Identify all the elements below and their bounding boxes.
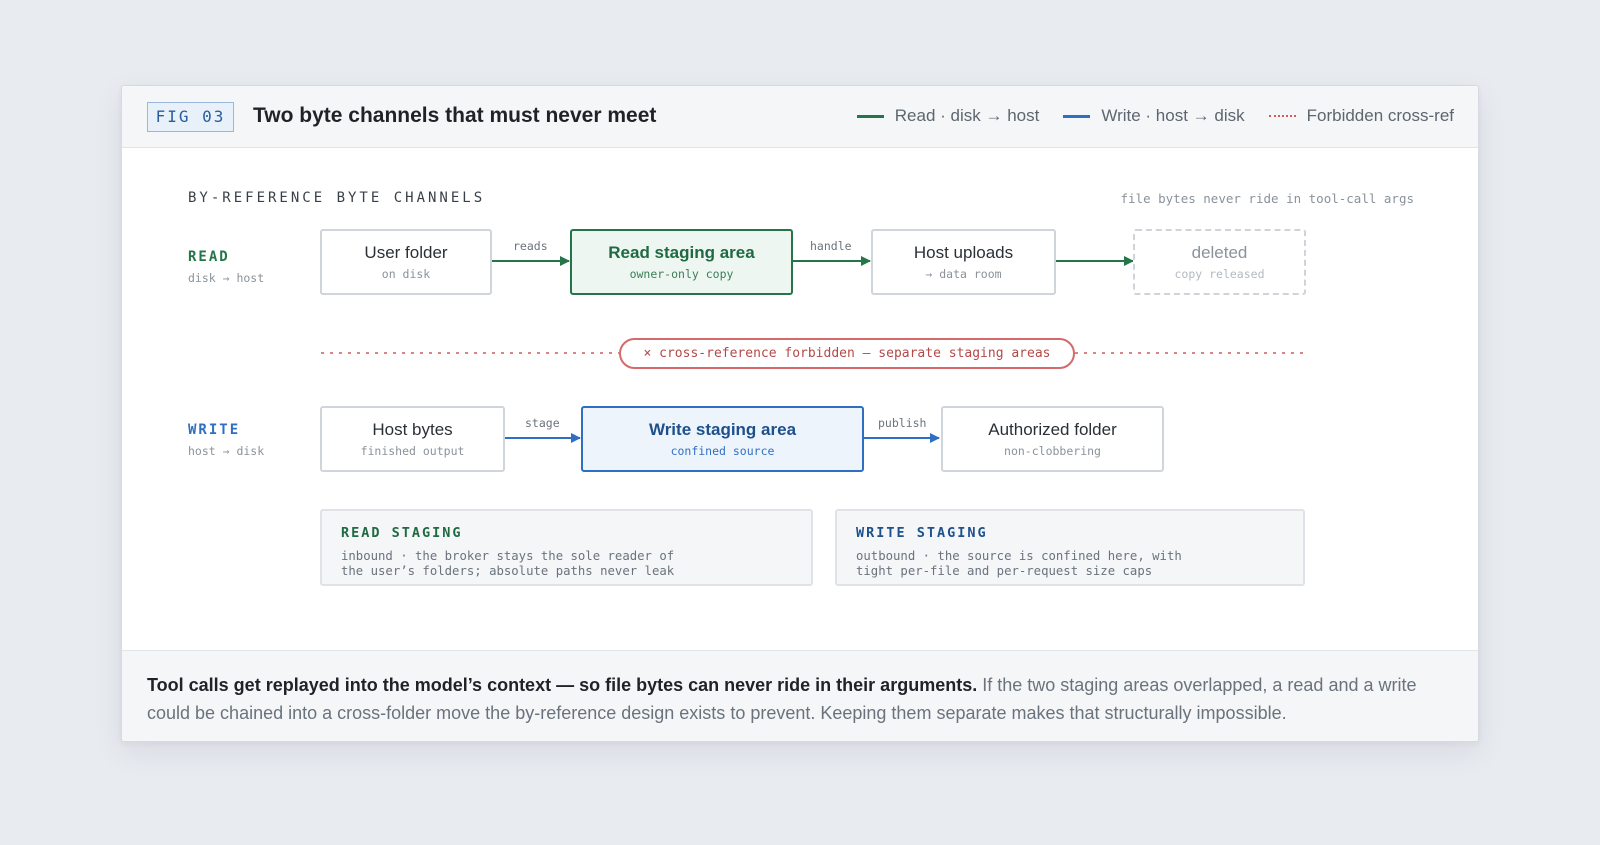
caption-lead: Tool calls get replayed into the model’s… [147,675,978,695]
write-staging-info-body: outbound · the source is confined here, … [856,549,1182,578]
node-user-folder-title: User folder [364,243,448,262]
read-staging-info-heading: READ STAGING [341,525,463,541]
write-staging-info: WRITE STAGING outbound · the source is c… [835,509,1305,586]
node-host-bytes: Host bytes finished output [320,406,505,472]
node-write-staging: Write staging area confined source [581,406,864,472]
write-edge-label-stage: stage [525,416,560,430]
write-staging-info-heading: WRITE STAGING [856,525,988,541]
node-authorized-folder-sub: non-clobbering [1004,444,1101,458]
node-authorized-folder-title: Authorized folder [988,420,1117,439]
node-read-staging-title: Read staging area [608,243,755,262]
write-edge-label-publish: publish [878,416,927,430]
read-edge-label-handle: handle [810,239,852,253]
node-authorized-folder: Authorized folder non-clobbering [941,406,1164,472]
read-staging-info: READ STAGING inbound · the broker stays … [320,509,813,586]
read-staging-info-body: inbound · the broker stays the sole read… [341,549,675,578]
node-host-uploads: Host uploads → data room [871,229,1056,295]
node-host-bytes-title: Host bytes [372,420,453,439]
node-deleted: deleted copy released [1133,229,1306,295]
node-write-staging-sub: confined source [670,444,775,458]
node-deleted-title: deleted [1191,243,1248,262]
node-host-uploads-title: Host uploads [913,243,1014,262]
node-read-staging-sub: owner-only copy [629,267,734,281]
node-write-staging-title: Write staging area [648,420,797,439]
node-deleted-sub: copy released [1174,267,1265,281]
read-edge-label-reads: reads [513,239,548,253]
node-read-staging: Read staging area owner-only copy [570,229,793,295]
node-user-folder: User folder on disk [320,229,492,295]
node-user-folder-sub: on disk [381,267,431,281]
figure-caption: Tool calls get replayed into the model’s… [122,650,1478,741]
figure-card: FIG 03 Two byte channels that must never… [121,85,1479,742]
node-host-uploads-sub: → data room [925,267,1002,281]
node-host-bytes-sub: finished output [360,444,465,458]
forbidden-cross-reference-badge: × cross-reference forbidden — separate s… [619,338,1075,369]
